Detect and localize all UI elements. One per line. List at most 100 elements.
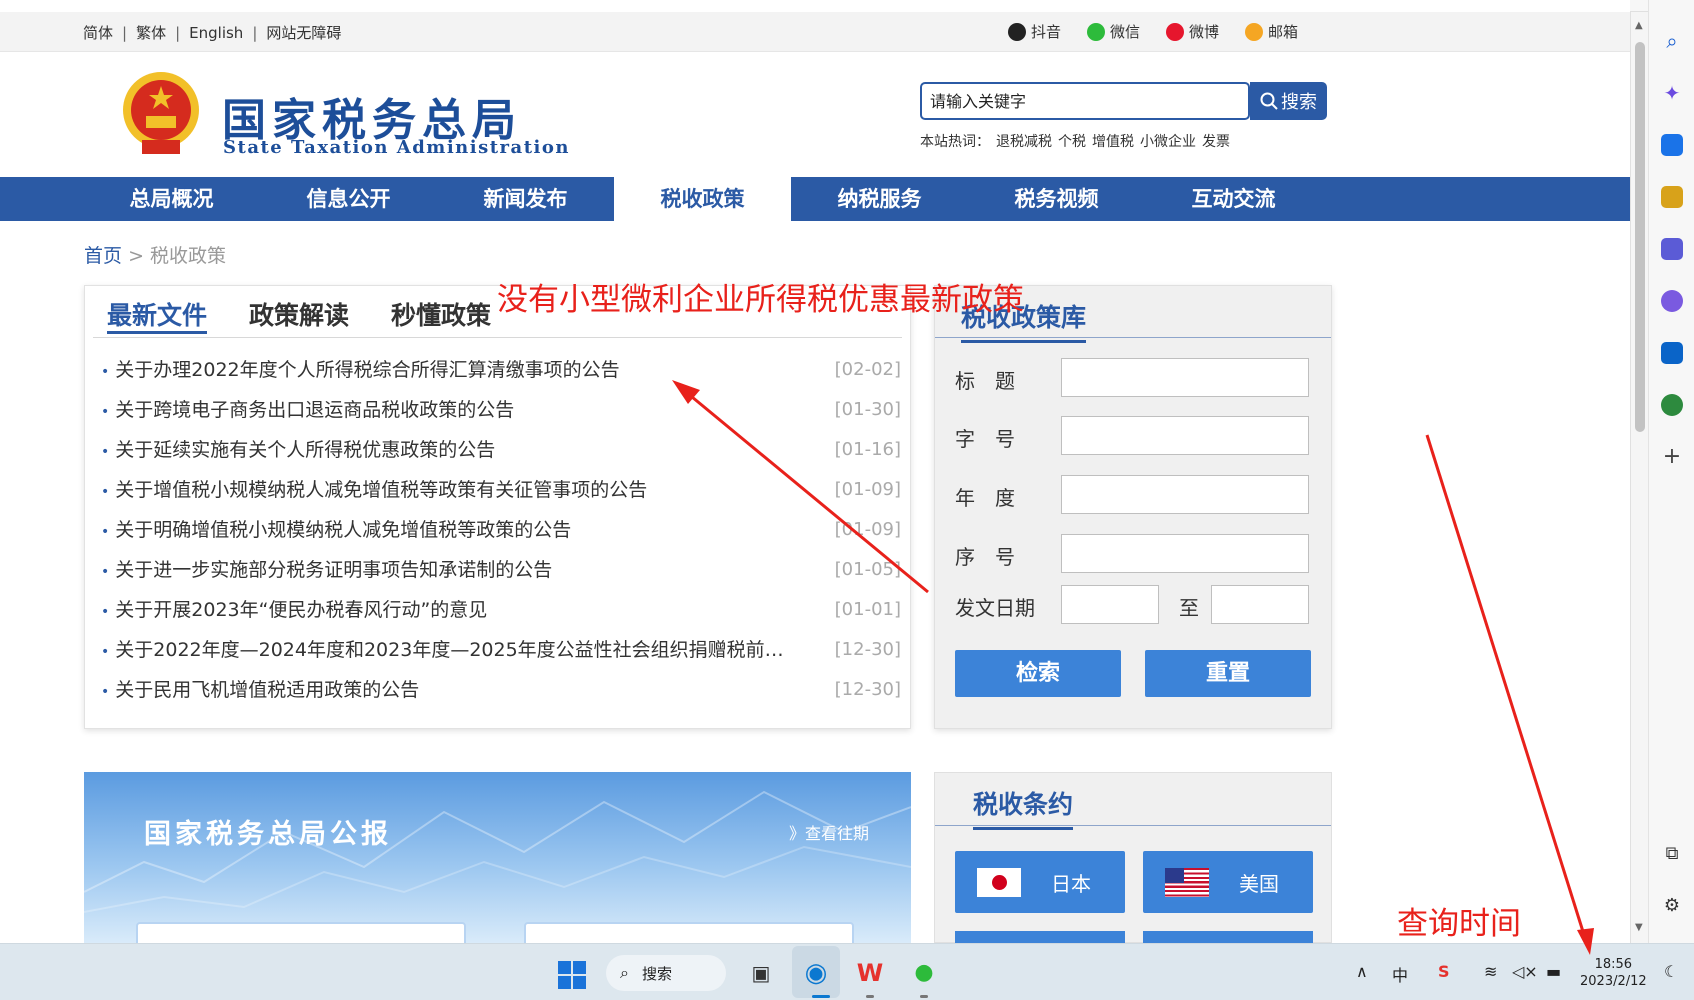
scroll-down-arrow[interactable]: ▼ bbox=[1635, 922, 1643, 933]
edge-icon[interactable]: ◉ bbox=[799, 956, 833, 990]
scrollbar-thumb[interactable] bbox=[1635, 42, 1645, 432]
nav-item-interaction[interactable]: 互动交流 bbox=[1145, 177, 1322, 221]
title-field[interactable] bbox=[1061, 358, 1309, 397]
gazette-card[interactable] bbox=[136, 922, 466, 943]
social-label: 微博 bbox=[1189, 23, 1220, 41]
list-item[interactable]: • 关于进一步实施部分税务证明事项告知承诺制的公告 [01-05] bbox=[101, 550, 901, 590]
wifi-icon[interactable]: ≋ bbox=[1484, 962, 1497, 981]
policy-title-link[interactable]: 关于2022年度—2024年度和2023年度—2025年度公益性社会组织捐赠税前… bbox=[115, 630, 783, 670]
add-sidebar-app-icon[interactable]: + bbox=[1661, 446, 1683, 468]
policy-date: [01-05] bbox=[834, 559, 901, 580]
taskbar-search-button[interactable]: ⌕ 搜索 bbox=[606, 955, 726, 991]
nav-item-news[interactable]: 新闻发布 bbox=[437, 177, 614, 221]
list-item[interactable]: • 关于跨境电子商务出口退运商品税收政策的公告 [01-30] bbox=[101, 390, 901, 430]
tools-briefcase-icon[interactable] bbox=[1661, 186, 1683, 208]
social-douyin-link[interactable]: 抖音 bbox=[1008, 21, 1061, 42]
treaty-country-button[interactable] bbox=[955, 931, 1125, 943]
policy-title-link[interactable]: 关于延续实施有关个人所得税优惠政策的公告 bbox=[115, 430, 495, 470]
games-icon[interactable] bbox=[1661, 238, 1683, 260]
battery-icon[interactable]: ▬ bbox=[1546, 962, 1561, 981]
policy-title-link[interactable]: 关于跨境电子商务出口退运商品税收政策的公告 bbox=[115, 390, 514, 430]
scroll-up-arrow[interactable]: ▲ bbox=[1635, 20, 1643, 31]
hot-word-link[interactable]: 发票 bbox=[1202, 134, 1230, 150]
list-item[interactable]: • 关于明确增值税小规模纳税人减免增值税等政策的公告 [01-09] bbox=[101, 510, 901, 550]
policy-title-link[interactable]: 关于民用飞机增值税适用政策的公告 bbox=[115, 670, 419, 710]
office-icon[interactable] bbox=[1661, 290, 1683, 312]
sidebar-panel-icon[interactable]: ⧉ bbox=[1661, 843, 1683, 865]
lang-english-link[interactable]: English bbox=[189, 24, 243, 42]
settings-gear-icon[interactable]: ⚙ bbox=[1661, 895, 1683, 917]
wechat-icon[interactable]: ● bbox=[907, 956, 941, 990]
treaty-japan-button[interactable]: 日本 bbox=[955, 851, 1125, 913]
site-search-button[interactable]: 搜索 bbox=[1250, 82, 1327, 120]
list-item[interactable]: • 关于办理2022年度个人所得税综合所得汇算清缴事项的公告 [02-02] bbox=[101, 350, 901, 390]
serial-field[interactable] bbox=[1061, 534, 1309, 573]
date-range-to-label: 至 bbox=[1179, 596, 1199, 620]
country-label: 日本 bbox=[1051, 871, 1091, 896]
policy-title-link[interactable]: 关于明确增值税小规模纳税人减免增值税等政策的公告 bbox=[115, 510, 571, 550]
shopping-tag-icon[interactable] bbox=[1661, 134, 1683, 156]
policy-reset-button[interactable]: 重置 bbox=[1145, 650, 1311, 697]
doc-number-field[interactable] bbox=[1061, 416, 1309, 455]
tab-policy-interpretation[interactable]: 政策解读 bbox=[249, 296, 349, 334]
issue-date-to-field[interactable] bbox=[1211, 585, 1309, 624]
treaty-usa-button[interactable]: 美国 bbox=[1143, 851, 1313, 913]
file-explorer-icon[interactable]: ▣ bbox=[744, 956, 778, 990]
nav-item-info-disclosure[interactable]: 信息公开 bbox=[260, 177, 437, 221]
gazette-card[interactable] bbox=[524, 922, 854, 943]
issue-date-from-field[interactable] bbox=[1061, 585, 1159, 624]
copilot-icon[interactable]: ✦ bbox=[1661, 82, 1683, 104]
gazette-banner[interactable]: 国家税务总局公报 》查看往期 bbox=[84, 772, 911, 943]
policy-title-link[interactable]: 关于办理2022年度个人所得税综合所得汇算清缴事项的公告 bbox=[115, 350, 619, 390]
annotation-note-time: 查询时间 bbox=[1397, 906, 1521, 942]
nav-item-overview[interactable]: 总局概况 bbox=[83, 177, 260, 221]
web-page: 简体 | 繁体 | English | 网站无障碍 抖音 微信 微博 邮箱 国家税务总局 S… bbox=[0, 0, 1630, 943]
notification-moon-icon[interactable]: ☾ bbox=[1664, 962, 1678, 981]
nav-item-video[interactable]: 税务视频 bbox=[968, 177, 1145, 221]
wps-icon[interactable]: W bbox=[853, 956, 887, 990]
page-scrollbar[interactable]: ▲ ▼ bbox=[1630, 12, 1648, 943]
hot-word-link[interactable]: 小微企业 bbox=[1140, 134, 1196, 150]
mail-icon bbox=[1245, 22, 1264, 41]
nav-item-tax-policy[interactable]: 税收政策 bbox=[614, 177, 791, 221]
start-icon[interactable] bbox=[558, 961, 586, 989]
outlook-icon[interactable] bbox=[1661, 342, 1683, 364]
hot-word-link[interactable]: 退税减税 bbox=[996, 134, 1052, 150]
treaty-country-button[interactable] bbox=[1143, 931, 1313, 943]
list-item[interactable]: • 关于增值税小规模纳税人减免增值税等政策有关征管事项的公告 [01-09] bbox=[101, 470, 901, 510]
social-weibo-link[interactable]: 微博 bbox=[1166, 21, 1219, 42]
speaker-muted-icon[interactable]: ◁× bbox=[1512, 962, 1538, 981]
sogou-ime-icon[interactable]: S bbox=[1438, 962, 1450, 981]
tab-quick-policy[interactable]: 秒懂政策 bbox=[391, 296, 491, 334]
tab-latest-files[interactable]: 最新文件 bbox=[107, 296, 208, 334]
nav-item-tax-service[interactable]: 纳税服务 bbox=[791, 177, 968, 221]
main-nav: 总局概况 信息公开 新闻发布 税收政策 纳税服务 税务视频 互动交流 bbox=[0, 177, 1630, 221]
drop-tree-icon[interactable] bbox=[1661, 394, 1683, 416]
hot-word-link[interactable]: 个税 bbox=[1058, 134, 1086, 150]
policy-title-link[interactable]: 关于进一步实施部分税务证明事项告知承诺制的公告 bbox=[115, 550, 552, 590]
accessibility-link[interactable]: 网站无障碍 bbox=[266, 24, 341, 42]
breadcrumb-home-link[interactable]: 首页 bbox=[84, 245, 122, 267]
gazette-more-link[interactable]: 》查看往期 bbox=[789, 820, 869, 844]
tray-overflow-chevron-icon[interactable]: ∧ bbox=[1356, 962, 1368, 981]
site-search-input[interactable] bbox=[922, 84, 1252, 118]
field-label-title: 标 题 bbox=[955, 369, 1015, 393]
social-mail-link[interactable]: 邮箱 bbox=[1245, 21, 1298, 42]
policy-title-link[interactable]: 关于增值税小规模纳税人减免增值税等政策有关征管事项的公告 bbox=[115, 470, 647, 510]
social-wechat-link[interactable]: 微信 bbox=[1087, 21, 1140, 42]
ime-indicator[interactable]: 中 bbox=[1392, 962, 1408, 986]
lang-traditional-link[interactable]: 繁体 bbox=[136, 24, 166, 42]
sidebar-search-icon[interactable]: ⌕ bbox=[1661, 30, 1683, 52]
field-label-serial: 序 号 bbox=[955, 545, 1015, 569]
hot-word-link[interactable]: 增值税 bbox=[1092, 134, 1134, 150]
policy-search-button[interactable]: 检索 bbox=[955, 650, 1121, 697]
list-item[interactable]: • 关于延续实施有关个人所得税优惠政策的公告 [01-16] bbox=[101, 430, 901, 470]
lang-simplified-link[interactable]: 简体 bbox=[83, 24, 113, 42]
list-item[interactable]: • 关于民用飞机增值税适用政策的公告 [12-30] bbox=[101, 670, 901, 710]
wechat-icon bbox=[1087, 22, 1106, 41]
year-field[interactable] bbox=[1061, 475, 1309, 514]
policy-title-link[interactable]: 关于开展2023年“便民办税春风行动”的意见 bbox=[115, 590, 487, 630]
list-item[interactable]: • 关于开展2023年“便民办税春风行动”的意见 [01-01] bbox=[101, 590, 901, 630]
list-item[interactable]: • 关于2022年度—2024年度和2023年度—2025年度公益性社会组织捐赠税… bbox=[101, 630, 901, 670]
taskbar-clock[interactable]: 18:56 2023/2/12 bbox=[1580, 956, 1647, 990]
